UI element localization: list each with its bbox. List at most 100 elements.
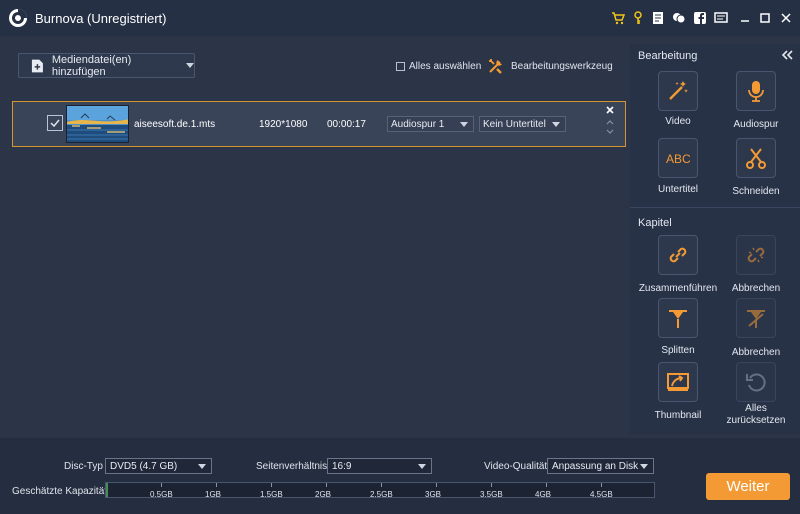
select-all-checkbox[interactable]: Alles auswählen [396, 61, 481, 72]
audio-track-value: Audiospur 1 [391, 118, 445, 130]
add-media-label: Mediendatei(en) hinzufügen [51, 53, 132, 78]
feedback-icon[interactable] [714, 11, 728, 25]
capacity-tick-label: 2GB [315, 490, 332, 499]
audio-track-button[interactable] [736, 71, 776, 111]
aspect-ratio-value: 16:9 [332, 460, 352, 472]
chevron-down-icon [418, 464, 426, 469]
scissors-icon [746, 148, 766, 169]
subtitle-button[interactable]: ABC [658, 138, 698, 178]
tools-icon [489, 59, 502, 74]
chevron-down-icon [198, 464, 206, 469]
capacity-tick-label: 4.5GB [590, 490, 613, 499]
disc-type-dropdown[interactable]: DVD5 (4.7 GB) [105, 458, 212, 474]
checkbox-box[interactable] [396, 62, 405, 71]
document-icon[interactable] [651, 11, 665, 25]
video-quality-dropdown[interactable]: Anpassung an Disk [547, 458, 654, 474]
video-edit-button[interactable] [658, 71, 698, 111]
aspect-ratio-label: Seitenverhältnis: [256, 461, 330, 472]
thumbnail-icon [667, 373, 689, 391]
unmerge-label: Abbrechen [731, 283, 781, 294]
svg-text:ABC: ABC [666, 152, 690, 166]
edit-tool-button[interactable]: Bearbeitungswerkzeug [487, 57, 613, 75]
capacity-tick-mark [546, 483, 547, 487]
capacity-label: Geschätzte Kapazität: [12, 486, 110, 497]
capacity-tick-mark [271, 483, 272, 487]
capacity-tick-mark [216, 483, 217, 487]
capacity-tick-label: 1.5GB [260, 490, 283, 499]
file-resolution: 1920*1080 [259, 119, 308, 130]
capacity-tick-label: 3.5GB [480, 490, 503, 499]
reset-all-button[interactable] [736, 362, 776, 402]
window-title: Burnova (Unregistriert) [35, 11, 167, 26]
bottom-bar [0, 438, 800, 514]
audio-track-label: Audiospur [733, 119, 779, 130]
magic-wand-icon [669, 81, 688, 100]
thumbnail-label: Thumbnail [654, 410, 702, 421]
video-thumbnail[interactable] [66, 105, 129, 143]
minimize-icon[interactable] [738, 11, 752, 25]
capacity-tick-mark [326, 483, 327, 487]
file-row[interactable]: aiseesoft.de.1.mts 1920*1080 00:00:17 Au… [12, 101, 626, 147]
select-all-label: Alles auswählen [409, 61, 482, 72]
remove-file-icon[interactable] [605, 105, 615, 115]
file-duration: 00:00:17 [327, 119, 366, 130]
video-quality-value: Anpassung an Disk [552, 460, 639, 472]
main-area [0, 36, 630, 436]
disc-type-value: DVD5 (4.7 GB) [110, 460, 178, 472]
subtitle-dropdown[interactable]: Kein Untertitel [479, 116, 566, 132]
collapse-panel-icon[interactable] [781, 50, 793, 60]
checkmark-icon [50, 119, 60, 128]
disc-type-label: Disc-Typ [64, 461, 103, 472]
cart-icon[interactable] [611, 11, 625, 25]
capacity-tick-mark [491, 483, 492, 487]
add-media-button[interactable]: Mediendatei(en) hinzufügen [18, 53, 195, 78]
chat-icon[interactable] [672, 11, 686, 25]
move-down-icon[interactable] [605, 128, 615, 136]
capacity-tick-mark [161, 483, 162, 487]
audio-track-dropdown[interactable]: Audiospur 1 [387, 116, 474, 132]
panel-divider [630, 207, 800, 208]
row-checkbox[interactable] [47, 115, 63, 131]
chevron-down-icon [640, 464, 648, 469]
video-quality-label: Video-Qualität: [484, 461, 550, 472]
cut-label: Schneiden [732, 186, 780, 197]
edit-tool-label: Bearbeitungswerkzeug [511, 60, 613, 72]
thumbnail-button[interactable] [658, 362, 698, 402]
editing-section-title: Bearbeitung [638, 50, 698, 62]
capacity-fill [106, 483, 108, 497]
file-name: aiseesoft.de.1.mts [134, 119, 216, 130]
add-file-icon [31, 59, 43, 72]
split-icon [669, 310, 687, 328]
split-cancel-icon [747, 310, 765, 328]
merge-button[interactable] [658, 235, 698, 275]
capacity-bar: 0.5GB 1GB 1.5GB 2GB 2.5GB 3GB 3.5GB 4GB 4.5GB [105, 482, 655, 499]
capacity-tick-mark [436, 483, 437, 487]
chevron-down-icon [186, 63, 194, 68]
subtitle-value: Kein Untertitel [483, 118, 546, 130]
split-button[interactable] [658, 298, 698, 338]
maximize-icon[interactable] [758, 11, 772, 25]
title-bar: Burnova (Unregistriert) [0, 0, 800, 36]
chapter-section-title: Kapitel [638, 217, 672, 229]
cancel-split-button[interactable] [736, 298, 776, 338]
facebook-icon[interactable] [693, 11, 707, 25]
move-up-icon[interactable] [605, 118, 615, 126]
reset-icon [746, 373, 766, 392]
close-icon[interactable] [779, 11, 793, 25]
aspect-ratio-dropdown[interactable]: 16:9 [327, 458, 432, 474]
capacity-tick-mark [601, 483, 602, 487]
microphone-icon [748, 81, 764, 102]
capacity-tick-label: 4GB [535, 490, 552, 499]
broken-link-icon [747, 247, 765, 263]
abc-text-icon: ABC [666, 152, 690, 166]
capacity-tick-label: 3GB [425, 490, 442, 499]
capacity-tick-label: 1GB [205, 490, 222, 499]
unmerge-button[interactable] [736, 235, 776, 275]
capacity-tick-mark [381, 483, 382, 487]
cut-button[interactable] [736, 138, 776, 178]
reset-all-label: Alles zurücksetzen [726, 403, 786, 426]
capacity-tick-label: 2.5GB [370, 490, 393, 499]
next-button[interactable]: Weiter [706, 473, 790, 500]
cancel-split-label: Abbrechen [731, 347, 781, 358]
key-icon[interactable] [631, 11, 645, 25]
